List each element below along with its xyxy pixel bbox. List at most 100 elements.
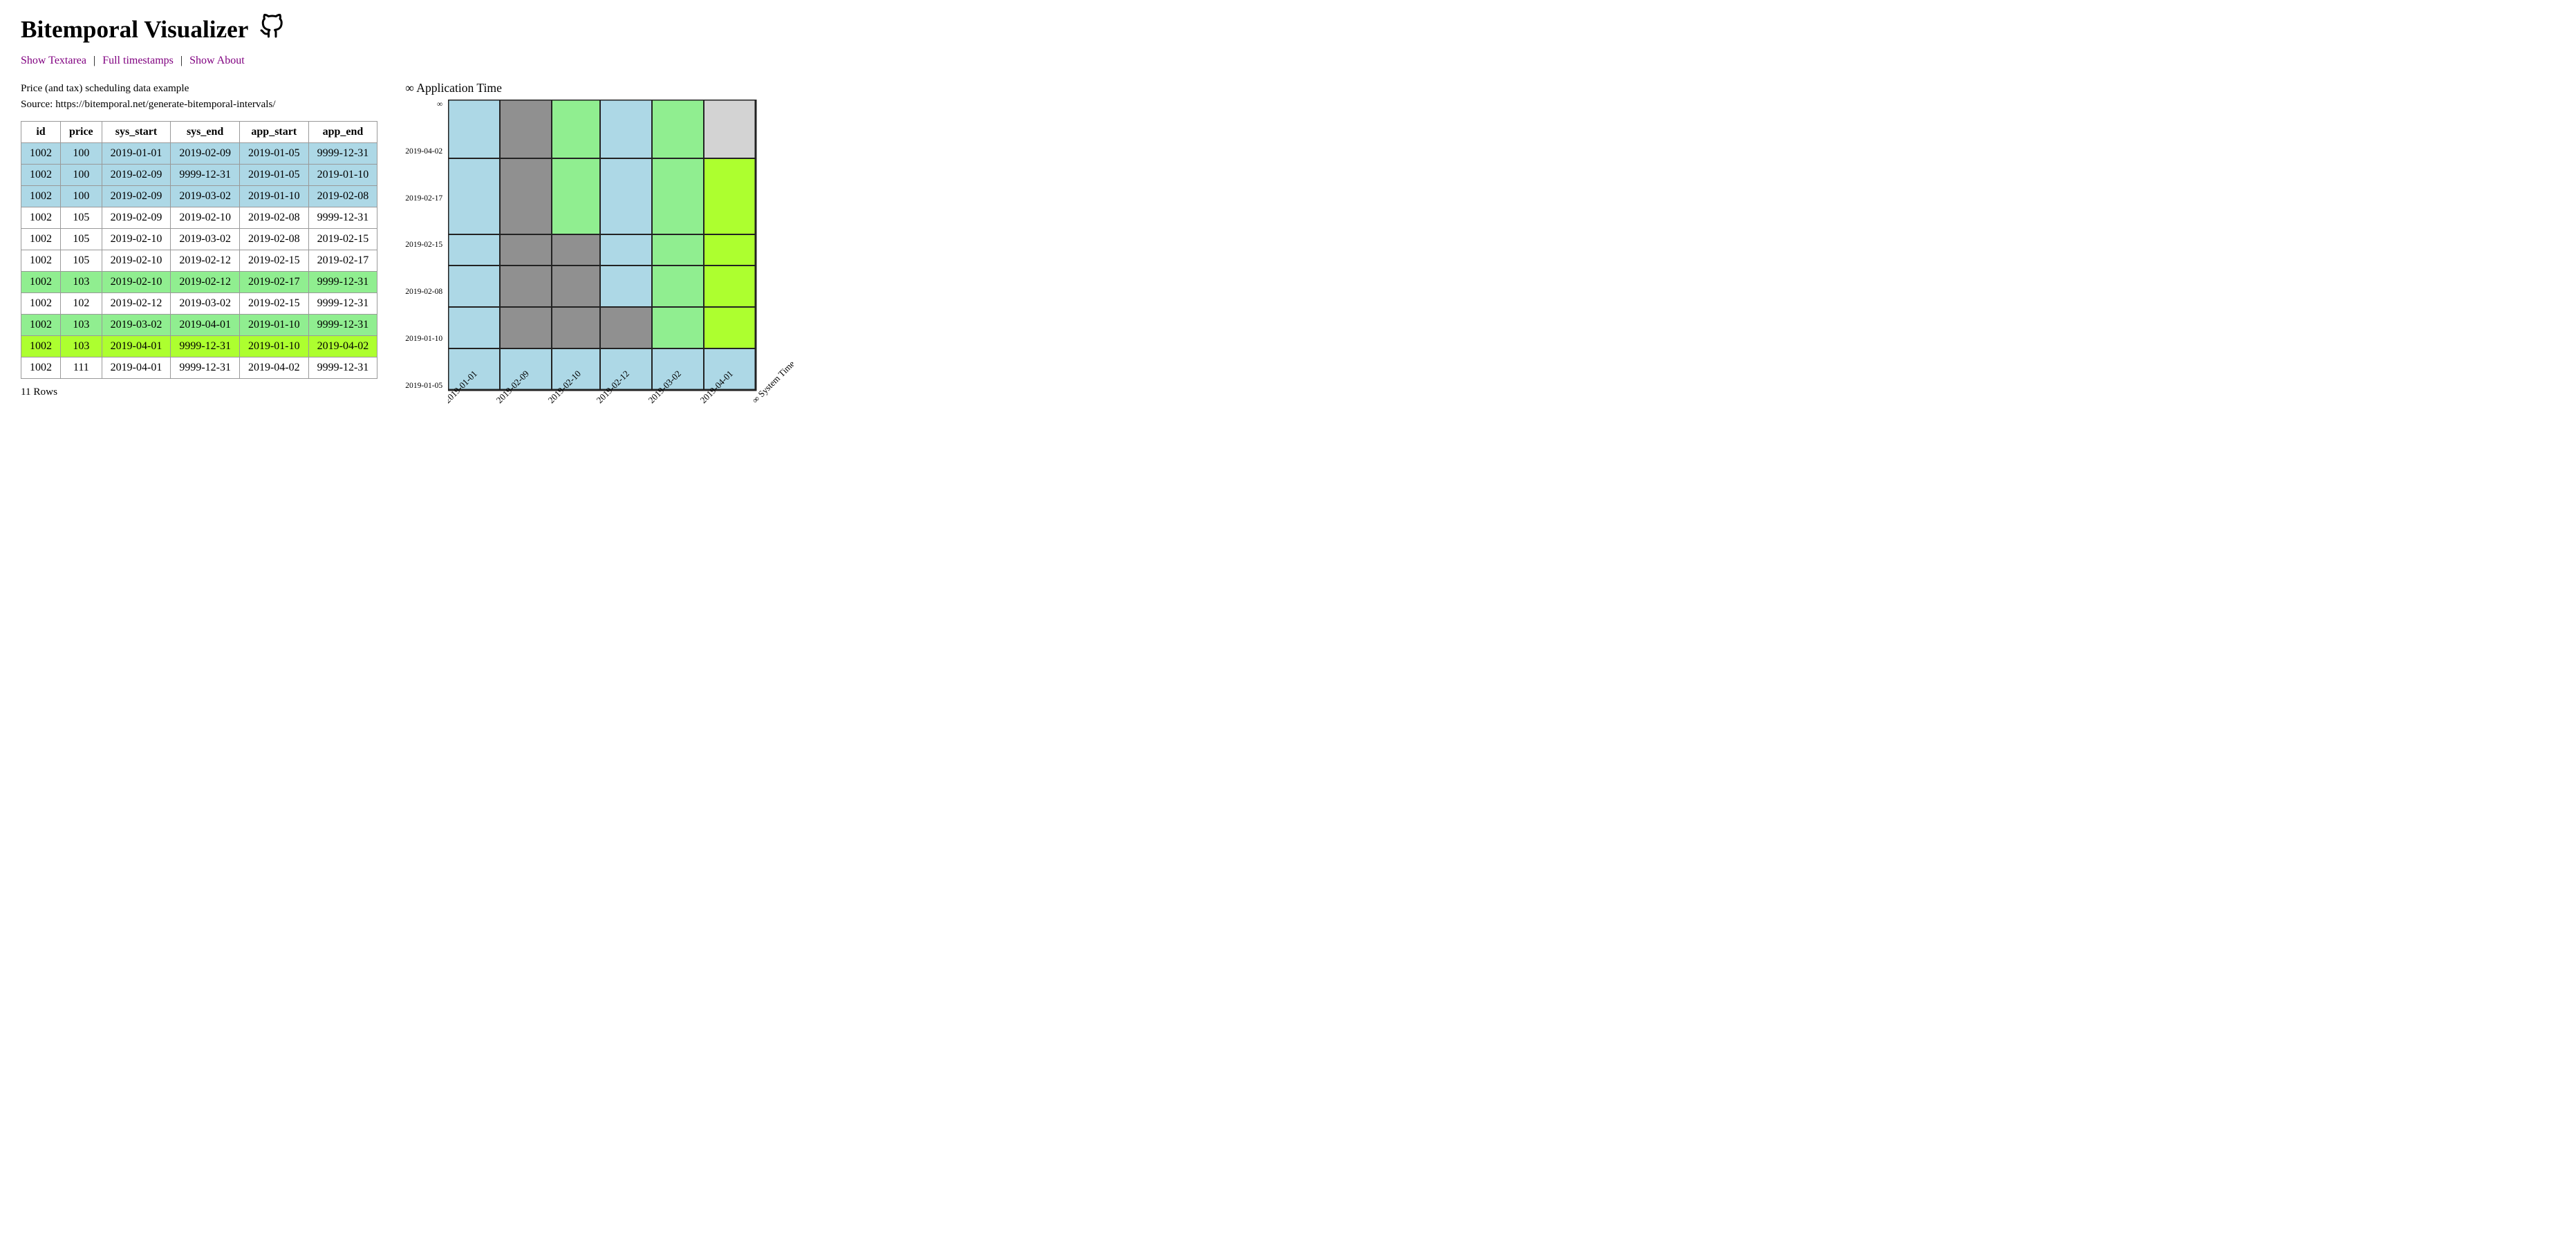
- table-cell: 2019-04-02: [239, 357, 308, 378]
- table-cell: 2019-02-10: [102, 250, 171, 271]
- col-sys-start: sys_start: [102, 121, 171, 142]
- table-cell: 2019-03-02: [102, 314, 171, 335]
- table-cell: 2019-01-05: [239, 164, 308, 185]
- table-cell: 1002: [21, 357, 61, 378]
- table-cell: 105: [61, 207, 102, 228]
- table-cell: 2019-02-08: [239, 207, 308, 228]
- y-label-2: 2019-02-08: [405, 287, 442, 296]
- row-count: 11 Rows: [21, 386, 377, 398]
- left-panel: Price (and tax) scheduling data example …: [21, 81, 377, 398]
- app-time-title: ∞ Application Time: [405, 81, 794, 95]
- table-cell: 2019-04-01: [171, 314, 240, 335]
- table-cell: 9999-12-31: [171, 164, 240, 185]
- y-label-5: 2019-04-02: [405, 147, 442, 156]
- y-axis-labels: 2019-01-05 2019-01-10 2019-02-08 2019-02…: [405, 100, 442, 390]
- y-label-inf: ∞: [405, 100, 442, 109]
- table-cell: 103: [61, 271, 102, 292]
- table-cell: 2019-03-02: [171, 228, 240, 250]
- desc-line2: Source: https://bitemporal.net/generate-…: [21, 97, 377, 113]
- table-cell: 1002: [21, 228, 61, 250]
- table-cell: 1002: [21, 314, 61, 335]
- nav-links: Show Textarea | Full timestamps | Show A…: [21, 55, 2555, 67]
- table-cell: 100: [61, 185, 102, 207]
- table-cell: 2019-03-02: [171, 292, 240, 314]
- sep1: |: [93, 55, 95, 66]
- table-cell: 1002: [21, 164, 61, 185]
- main-container: Price (and tax) scheduling data example …: [21, 81, 2555, 445]
- table-cell: 2019-02-09: [171, 142, 240, 164]
- full-timestamps-link[interactable]: Full timestamps: [102, 55, 174, 66]
- github-icon[interactable]: [259, 14, 284, 45]
- table-row: 10021052019-02-092019-02-102019-02-08999…: [21, 207, 377, 228]
- table-cell: 1002: [21, 335, 61, 357]
- table-cell: 9999-12-31: [308, 207, 377, 228]
- table-cell: 2019-02-08: [239, 228, 308, 250]
- table-cell: 2019-02-17: [239, 271, 308, 292]
- y-label-3: 2019-02-15: [405, 240, 442, 249]
- right-panel: ∞ Application Time 2019-01-05 2019-01-10…: [405, 81, 794, 445]
- table-cell: 100: [61, 142, 102, 164]
- table-cell: 9999-12-31: [308, 271, 377, 292]
- col-id: id: [21, 121, 61, 142]
- table-cell: 1002: [21, 250, 61, 271]
- table-row: 10021032019-04-019999-12-312019-01-10201…: [21, 335, 377, 357]
- table-cell: 2019-02-09: [102, 207, 171, 228]
- table-cell: 9999-12-31: [308, 314, 377, 335]
- data-table: id price sys_start sys_end app_start app…: [21, 121, 377, 379]
- table-cell: 2019-02-15: [308, 228, 377, 250]
- table-cell: 2019-01-05: [239, 142, 308, 164]
- table-cell: 1002: [21, 185, 61, 207]
- table-cell: 103: [61, 335, 102, 357]
- page-title: Bitemporal Visualizer: [21, 14, 2555, 45]
- table-cell: 2019-04-02: [308, 335, 377, 357]
- table-row: 10021032019-03-022019-04-012019-01-10999…: [21, 314, 377, 335]
- table-row: 10021002019-02-092019-03-022019-01-10201…: [21, 185, 377, 207]
- col-app-start: app_start: [239, 121, 308, 142]
- table-cell: 9999-12-31: [308, 357, 377, 378]
- table-cell: 2019-01-10: [239, 185, 308, 207]
- show-textarea-link[interactable]: Show Textarea: [21, 55, 86, 66]
- table-cell: 2019-02-12: [171, 271, 240, 292]
- table-cell: 2019-03-02: [171, 185, 240, 207]
- app-title-text: Bitemporal Visualizer: [21, 16, 248, 44]
- table-row: 10021022019-02-122019-03-022019-02-15999…: [21, 292, 377, 314]
- table-row: 10021052019-02-102019-03-022019-02-08201…: [21, 228, 377, 250]
- table-cell: 2019-02-10: [102, 228, 171, 250]
- table-cell: 105: [61, 228, 102, 250]
- show-about-link[interactable]: Show About: [189, 55, 245, 66]
- chart-area: 2019-01-01 2019-02-09 2019-02-10 2019-02…: [448, 100, 794, 445]
- table-row: 10021002019-02-099999-12-312019-01-05201…: [21, 164, 377, 185]
- table-row: 10021032019-02-102019-02-122019-02-17999…: [21, 271, 377, 292]
- table-cell: 2019-02-10: [102, 271, 171, 292]
- table-cell: 9999-12-31: [308, 142, 377, 164]
- table-cell: 2019-02-17: [308, 250, 377, 271]
- table-row: 10021002019-01-012019-02-092019-01-05999…: [21, 142, 377, 164]
- table-cell: 2019-01-10: [239, 314, 308, 335]
- table-row: 10021112019-04-019999-12-312019-04-02999…: [21, 357, 377, 378]
- table-cell: 1002: [21, 292, 61, 314]
- table-cell: 9999-12-31: [171, 335, 240, 357]
- table-cell: 2019-02-09: [102, 164, 171, 185]
- table-header-row: id price sys_start sys_end app_start app…: [21, 121, 377, 142]
- table-cell: 100: [61, 164, 102, 185]
- table-cell: 2019-02-09: [102, 185, 171, 207]
- table-cell: 2019-02-15: [239, 250, 308, 271]
- table-cell: 2019-01-01: [102, 142, 171, 164]
- y-label-0: 2019-01-05: [405, 381, 442, 390]
- table-cell: 9999-12-31: [171, 357, 240, 378]
- col-price: price: [61, 121, 102, 142]
- table-cell: 2019-04-01: [102, 335, 171, 357]
- y-label-4: 2019-02-17: [405, 194, 442, 203]
- table-cell: 2019-02-15: [239, 292, 308, 314]
- col-sys-end: sys_end: [171, 121, 240, 142]
- table-cell: 2019-01-10: [239, 335, 308, 357]
- sep2: |: [180, 55, 183, 66]
- table-cell: 2019-01-10: [308, 164, 377, 185]
- table-cell: 102: [61, 292, 102, 314]
- chart-svg: 2019-01-01 2019-02-09 2019-02-10 2019-02…: [448, 100, 794, 445]
- table-cell: 9999-12-31: [308, 292, 377, 314]
- table-cell: 2019-02-12: [102, 292, 171, 314]
- table-cell: 2019-04-01: [102, 357, 171, 378]
- table-cell: 1002: [21, 271, 61, 292]
- table-cell: 2019-02-12: [171, 250, 240, 271]
